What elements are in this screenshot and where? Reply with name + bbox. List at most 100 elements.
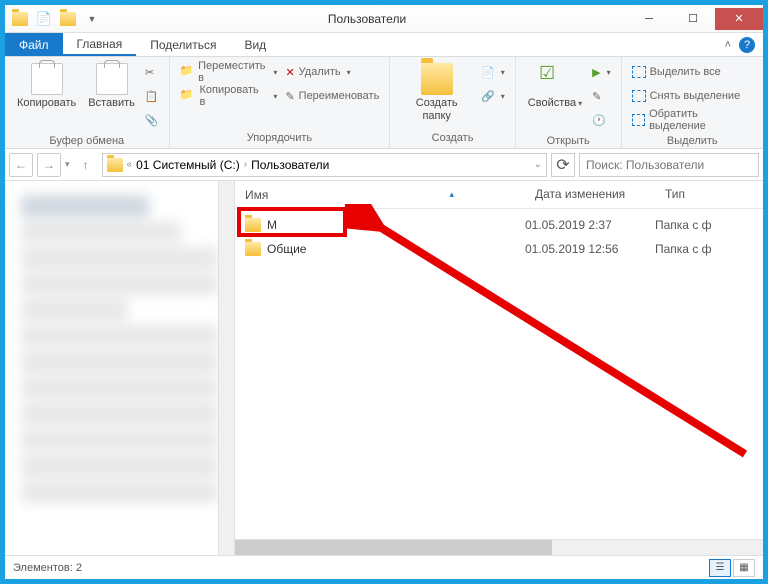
delete-icon: ✕ [285,66,294,79]
open-icon: ▶ [592,66,600,79]
chevron-right-icon: › [244,159,247,170]
refresh-button[interactable]: ⟳ [551,153,575,177]
easy-access-button[interactable]: 🔗▾ [481,85,505,107]
sidebar-item[interactable] [21,221,181,243]
properties-icon[interactable] [57,8,79,30]
recent-dropdown-icon[interactable]: ▾ [65,159,70,170]
column-type[interactable]: Тип [655,181,763,208]
maximize-button[interactable]: ☐ [671,8,715,30]
minimize-button[interactable]: ─ [627,8,671,30]
group-new: Создать папку 📄▾ 🔗▾ Создать [390,57,515,148]
sidebar-item[interactable] [21,377,218,399]
sidebar-item[interactable] [21,351,218,373]
copy-button[interactable]: Копировать [11,59,82,114]
ribbon-tabs: Файл Главная Поделиться Вид ˄ ? [5,33,763,57]
link-icon: 📎 [145,114,159,127]
sidebar-item[interactable] [21,273,218,295]
history-button[interactable]: 🕐 [592,109,610,131]
folder-icon [421,63,453,95]
sidebar-item[interactable] [21,195,149,217]
rename-icon: ✎ [285,90,294,103]
search-input[interactable] [579,153,759,177]
edit-icon: ✎ [592,90,601,103]
folder-icon [245,242,261,256]
file-row[interactable]: Общие 01.05.2019 12:56 Папка с ф [235,237,763,261]
select-none-icon [632,90,646,102]
group-open: ☑ Свойства▾ ▶▾ ✎ 🕐 Открыть [516,57,622,148]
select-all-button[interactable]: Выделить все [632,61,753,83]
sidebar-scrollbar[interactable] [218,181,234,555]
breadcrumb-drive[interactable]: 01 Системный (C:) [136,158,240,172]
new-folder-button[interactable]: Создать папку [396,59,477,127]
column-date[interactable]: Дата изменения [525,181,655,208]
help-icon[interactable]: ? [739,37,755,53]
sort-asc-icon: ▴ [449,189,454,200]
select-invert-icon [632,114,645,126]
quick-access-toolbar: 📄 ▼ [5,8,107,30]
explorer-window: 📄 ▼ Пользователи ─ ☐ ✕ Файл Главная Поде… [4,4,764,580]
new-doc-icon[interactable]: 📄 [33,8,55,30]
path-icon: 📋 [145,90,159,103]
sidebar-item[interactable] [21,247,218,269]
qat-dropdown-icon[interactable]: ▼ [81,8,103,30]
rename-button[interactable]: ✎Переименовать [285,85,379,107]
clipboard-icon [31,63,63,95]
select-none-button[interactable]: Снять выделение [632,85,753,107]
paste-button[interactable]: Вставить [82,59,141,114]
folder-icon[interactable] [9,8,31,30]
tab-view[interactable]: Вид [230,33,280,56]
edit-button[interactable]: ✎ [592,85,610,107]
forward-button[interactable]: → [37,153,61,177]
chevron-down-icon[interactable]: ⌄ [534,159,542,170]
history-icon: 🕐 [592,114,606,127]
tab-share[interactable]: Поделиться [136,33,230,56]
sidebar-item[interactable] [21,403,218,425]
properties-button[interactable]: ☑ Свойства▾ [522,59,588,114]
titlebar: 📄 ▼ Пользователи ─ ☐ ✕ [5,5,763,33]
back-button[interactable]: ← [9,153,33,177]
breadcrumb-folder[interactable]: Пользователи [251,158,329,172]
copy-to-button[interactable]: 📁Копировать в▾ [180,85,278,107]
tab-home[interactable]: Главная [63,33,137,56]
cut-button[interactable]: ✂ [145,61,159,83]
column-name[interactable]: Имя▴ [235,181,525,208]
chevron-down-icon: ▾ [501,68,505,77]
delete-button[interactable]: ✕Удалить▾ [285,61,379,83]
copy-path-button[interactable]: 📋 [145,85,159,107]
tab-file[interactable]: Файл [5,33,63,56]
new-item-icon: 📄 [481,66,495,79]
chevron-right-icon: « [127,159,133,170]
sidebar-item[interactable] [21,481,218,503]
icons-view-button[interactable]: ▦ [733,559,755,577]
chevron-down-icon: ▾ [501,92,505,101]
chevron-down-icon: ▾ [273,92,277,101]
group-organize: 📁Переместить в▾ 📁Копировать в▾ ✕Удалить▾… [170,57,391,148]
invert-selection-button[interactable]: Обратить выделение [632,109,753,131]
group-select: Выделить все Снять выделение Обратить вы… [622,57,763,148]
scrollbar-thumb[interactable] [235,540,552,555]
chevron-up-icon[interactable]: ˄ [725,39,731,51]
chevron-down-icon: ▾ [607,68,611,77]
group-clipboard: Копировать Вставить ✂ 📋 📎 Буфер обмена [5,57,170,148]
sidebar-item[interactable] [21,455,218,477]
sidebar-item[interactable] [21,429,218,451]
file-row[interactable]: М 01.05.2019 2:37 Папка с ф [235,213,763,237]
statusbar: Элементов: 2 ☰ ▦ [5,555,763,579]
paste-shortcut-button[interactable]: 📎 [145,109,159,131]
sidebar-item[interactable] [21,325,218,347]
move-to-button[interactable]: 📁Переместить в▾ [180,61,278,83]
chevron-down-icon: ▾ [273,68,277,77]
folder-icon [107,158,123,172]
sidebar-item[interactable] [21,299,128,321]
details-view-button[interactable]: ☰ [709,559,731,577]
new-item-button[interactable]: 📄▾ [481,61,505,83]
folder-icon [245,218,261,232]
close-button[interactable]: ✕ [715,8,763,30]
check-icon: ☑ [539,63,571,95]
horizontal-scrollbar[interactable] [235,539,763,555]
addressbar[interactable]: « 01 Системный (C:) › Пользователи ⌄ [102,153,547,177]
up-button[interactable]: ↑ [74,153,98,177]
nav-sidebar [5,181,235,555]
ribbon: Копировать Вставить ✂ 📋 📎 Буфер обмена 📁… [5,57,763,149]
open-button[interactable]: ▶▾ [592,61,610,83]
